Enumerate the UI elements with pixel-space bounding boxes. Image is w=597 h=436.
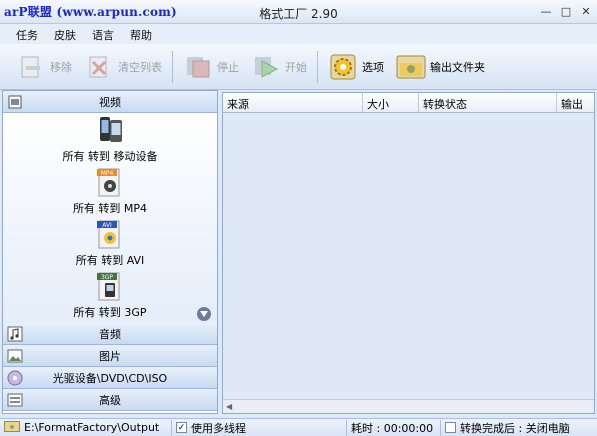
task-list: 来源 大小 转换状态 输出 ◀: [222, 92, 595, 414]
multithread-label: 使用多线程: [191, 421, 246, 435]
scroll-left-icon[interactable]: ◀: [226, 402, 232, 411]
output-folder-button[interactable]: 输出文件夹: [390, 47, 491, 87]
after-convert-label: 转换完成后 : 关闭电脑: [460, 421, 570, 435]
toolbar-separator: [172, 50, 173, 83]
music-note-icon: [7, 326, 23, 342]
svg-text:3GP: 3GP: [101, 274, 113, 281]
list-item-mp4[interactable]: MP4 所有 转到 MP4: [3, 165, 217, 217]
start-icon: [251, 52, 281, 82]
toolbar-separator: [317, 50, 318, 83]
list-item-avi[interactable]: AVI 所有 转到 AVI: [3, 217, 217, 269]
category-audio[interactable]: 音频: [3, 323, 217, 345]
3gp-file-icon: 3GP: [94, 270, 126, 302]
advanced-icon: [7, 392, 23, 408]
output-path: E:\FormatFactory\Output: [24, 421, 160, 434]
minimize-button[interactable]: —: [537, 3, 555, 19]
category-picture[interactable]: 图片: [3, 345, 217, 367]
stop-button[interactable]: 停止: [177, 47, 245, 87]
output-path-segment[interactable]: E:\FormatFactory\Output: [0, 419, 172, 436]
close-button[interactable]: ✕: [577, 3, 595, 19]
category-label: 高级: [99, 393, 121, 407]
status-bar: E:\FormatFactory\Output ✓ 使用多线程 耗时 : 00:…: [0, 418, 597, 436]
category-video[interactable]: 视频: [3, 91, 217, 113]
window-controls: — □ ✕: [537, 3, 595, 19]
category-label: 光驱设备\DVD\CD\ISO: [52, 371, 168, 385]
elapsed-time: 耗时 : 00:00:00: [347, 419, 441, 436]
folder-small-icon: [4, 420, 20, 435]
disc-icon: [7, 370, 23, 386]
mobile-devices-icon: [94, 114, 126, 146]
category-label: 视频: [99, 95, 121, 109]
after-convert-checkbox[interactable]: [445, 422, 456, 433]
svg-text:AVI: AVI: [102, 222, 112, 229]
menu-bar: 任务 皮肤 语言 帮助: [0, 24, 597, 44]
mp4-file-icon: MP4: [94, 166, 126, 198]
column-size[interactable]: 大小: [363, 93, 419, 112]
clear-list-icon: [84, 52, 114, 82]
after-convert-option[interactable]: 转换完成后 : 关闭电脑: [441, 420, 574, 436]
stop-icon: [183, 52, 213, 82]
title-bar: arP联盟 (www.arpun.com) 格式工厂 2.90 — □ ✕: [0, 0, 597, 24]
video-category-icon: [7, 94, 23, 110]
category-panel: 视频 所有 转到 移动设备 MP4 所有 转到 MP4 AVI 所有 转到 AV…: [2, 90, 218, 414]
column-output[interactable]: 输出: [557, 93, 594, 112]
chevron-down-icon: [200, 311, 208, 317]
menu-language[interactable]: 语言: [84, 24, 122, 44]
menu-task[interactable]: 任务: [8, 24, 46, 44]
clear-list-button[interactable]: 清空列表: [78, 47, 168, 87]
column-source[interactable]: 来源: [223, 93, 363, 112]
multithread-option[interactable]: ✓ 使用多线程: [172, 419, 347, 436]
scroll-down-button[interactable]: [197, 307, 211, 321]
video-conversion-list: 所有 转到 移动设备 MP4 所有 转到 MP4 AVI 所有 转到 AVI 3…: [3, 113, 217, 323]
toolbar: 移除 清空列表 停止 开始 选项 输出文件夹: [0, 44, 597, 90]
remove-button[interactable]: 移除: [10, 47, 78, 87]
category-rom-device[interactable]: 光驱设备\DVD\CD\ISO: [3, 367, 217, 389]
folder-icon: [396, 52, 426, 82]
table-header: 来源 大小 转换状态 输出: [223, 93, 594, 113]
options-button[interactable]: 选项: [322, 47, 390, 87]
svg-text:MP4: MP4: [101, 170, 114, 177]
avi-file-icon: AVI: [94, 218, 126, 250]
category-label: 音频: [99, 327, 121, 341]
horizontal-scrollbar[interactable]: ◀: [223, 399, 594, 413]
maximize-button[interactable]: □: [557, 3, 575, 19]
multithread-checkbox[interactable]: ✓: [176, 422, 187, 433]
list-item-3gp[interactable]: 3GP 所有 转到 3GP: [3, 269, 217, 321]
list-item-mobile[interactable]: 所有 转到 移动设备: [3, 113, 217, 165]
category-advanced[interactable]: 高级: [3, 389, 217, 411]
picture-icon: [7, 348, 23, 364]
column-status[interactable]: 转换状态: [419, 93, 557, 112]
remove-icon: [16, 52, 46, 82]
menu-skin[interactable]: 皮肤: [46, 24, 84, 44]
start-button[interactable]: 开始: [245, 47, 313, 87]
gear-icon: [328, 52, 358, 82]
window-title: 格式工厂 2.90: [259, 7, 338, 21]
category-label: 图片: [99, 349, 121, 363]
menu-help[interactable]: 帮助: [122, 24, 160, 44]
